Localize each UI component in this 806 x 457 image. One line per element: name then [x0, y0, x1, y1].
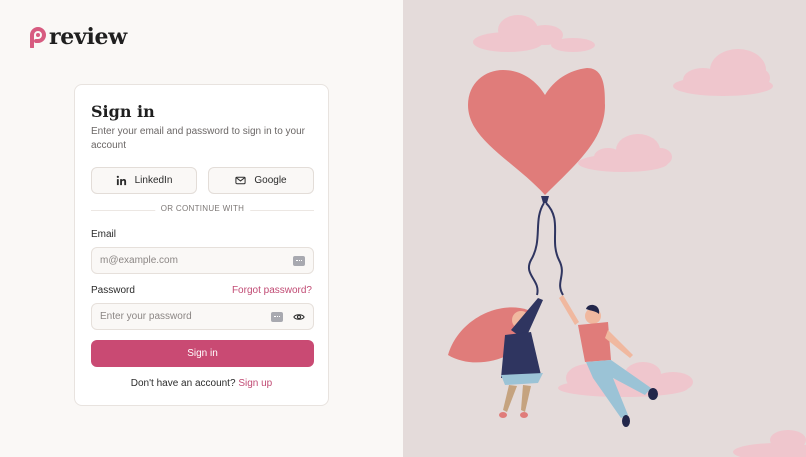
forgot-password-link[interactable]: Forgot password?	[232, 285, 312, 296]
password-manager-icon[interactable]	[271, 311, 283, 322]
cloud-icon	[733, 430, 806, 457]
mail-icon	[235, 176, 246, 185]
cloud-icon	[673, 49, 773, 96]
man-figure-icon	[559, 295, 658, 427]
oauth-divider: OR CONTINUE WITH	[91, 204, 314, 216]
woman-figure-icon	[448, 298, 543, 418]
google-button[interactable]: Google	[208, 167, 314, 194]
logo-mark-icon	[30, 27, 46, 48]
linkedin-button[interactable]: LinkedIn	[91, 167, 197, 194]
page-subtitle: Enter your email and password to sign in…	[91, 126, 305, 151]
divider-text: OR CONTINUE WITH	[154, 204, 251, 213]
google-button-label: Google	[254, 175, 287, 186]
linkedin-button-label: LinkedIn	[134, 175, 173, 186]
brand-logo[interactable]: review	[29, 24, 127, 50]
password-label: Password	[91, 285, 135, 296]
hero-illustration-panel	[403, 0, 806, 457]
page-title: Sign in	[91, 102, 155, 121]
email-label: Email	[91, 229, 117, 240]
password-field[interactable]	[100, 311, 271, 322]
hero-illustration	[448, 15, 806, 457]
email-field[interactable]	[100, 255, 293, 266]
signup-prompt: Don't have an account? Sign up	[75, 378, 328, 389]
password-manager-icon[interactable]	[293, 255, 305, 266]
password-field-wrapper	[91, 303, 314, 330]
heart-balloon-icon	[468, 68, 605, 296]
eye-icon[interactable]	[293, 312, 305, 322]
cloud-icon	[473, 15, 595, 52]
signin-card: Sign in Enter your email and password to…	[74, 84, 329, 406]
signup-link[interactable]: Sign up	[238, 378, 272, 389]
brand-name: review	[49, 24, 127, 50]
auth-panel: review Sign in Enter your email and pass…	[0, 0, 403, 457]
signup-prompt-text: Don't have an account?	[130, 378, 236, 389]
linkedin-icon	[116, 175, 126, 186]
signin-button[interactable]: Sign in	[91, 340, 314, 367]
email-field-wrapper	[91, 247, 314, 274]
